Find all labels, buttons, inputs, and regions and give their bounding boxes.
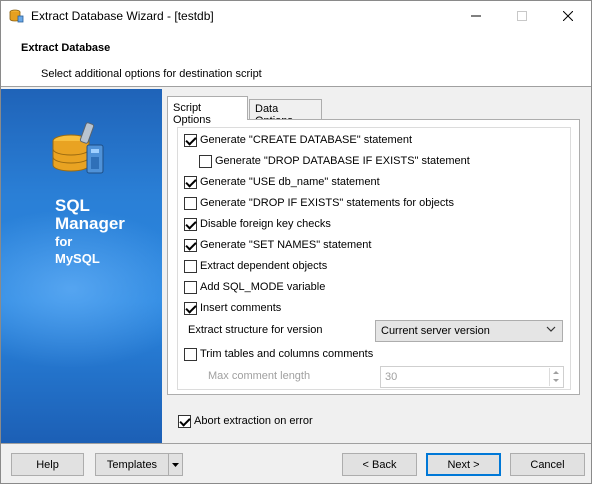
templates-label: Templates (106, 458, 158, 471)
banner-line-3: for (55, 234, 73, 249)
option-extract-dependent[interactable]: Extract dependent objects (184, 258, 327, 274)
close-button[interactable] (545, 1, 591, 31)
templates-dropdown-button[interactable] (168, 453, 183, 476)
option-create-database[interactable]: Generate "CREATE DATABASE" statement (184, 132, 412, 148)
max-comment-label: Max comment length (208, 370, 311, 382)
max-comment-value: 30 (385, 371, 398, 383)
checkbox-unchecked[interactable] (184, 280, 197, 294)
database-wizard-icon (9, 9, 24, 23)
page-subtitle: Select additional options for destinatio… (41, 68, 262, 80)
version-value: Current server version (381, 325, 490, 337)
page-title: Extract Database (21, 42, 111, 54)
caret-down-icon (172, 462, 179, 467)
cancel-label: Cancel (530, 458, 565, 471)
tab-data-options[interactable]: Data Options (249, 99, 322, 127)
option-label: Generate "USE db_name" statement (200, 176, 380, 188)
option-trim-comments[interactable]: Trim tables and columns comments (184, 346, 373, 362)
version-label: Extract structure for version (188, 324, 323, 336)
checkbox-unchecked[interactable] (199, 154, 212, 168)
checkbox-checked[interactable] (184, 133, 197, 147)
banner-line-2: Manager (55, 214, 125, 233)
templates-button[interactable]: Templates (95, 453, 169, 476)
chevron-down-icon (546, 326, 556, 332)
tab-script-options[interactable]: Script Options (167, 96, 248, 126)
option-label: Add SQL_MODE variable (200, 281, 326, 293)
back-button[interactable]: < Back (342, 453, 417, 476)
next-label: Next > (447, 458, 480, 471)
checkbox-unchecked[interactable] (184, 196, 197, 210)
help-button[interactable]: Help (11, 453, 84, 476)
option-use-db-name[interactable]: Generate "USE db_name" statement (184, 174, 380, 190)
option-abort-on-error[interactable]: Abort extraction on error (178, 413, 313, 429)
option-drop-if-exists[interactable]: Generate "DROP IF EXISTS" statements for… (184, 195, 454, 211)
version-select[interactable]: Current server version (375, 320, 563, 342)
wizard-header: Extract Database Select additional optio… (1, 31, 591, 87)
option-label: Generate "DROP IF EXISTS" statements for… (200, 197, 454, 209)
checkbox-checked[interactable] (184, 217, 197, 231)
banner-line-1: SQL (55, 196, 90, 215)
banner-text: SQL Manager for MySQL (55, 197, 125, 267)
database-tools-icon (52, 122, 104, 174)
option-label: Insert comments (200, 302, 282, 314)
back-label: < Back (362, 458, 397, 471)
max-comment-spinner[interactable]: 30 (380, 366, 564, 388)
option-set-names[interactable]: Generate "SET NAMES" statement (184, 237, 371, 253)
maximize-button[interactable] (499, 1, 545, 31)
option-label: Generate "CREATE DATABASE" statement (200, 134, 412, 146)
close-icon (563, 11, 573, 21)
wizard-window: Extract Database Wizard - [testdb] Extra… (0, 0, 592, 484)
window-title: Extract Database Wizard - [testdb] (31, 9, 214, 23)
checkbox-checked[interactable] (184, 175, 197, 189)
option-label: Extract dependent objects (200, 260, 328, 272)
checkbox-checked[interactable] (184, 301, 197, 315)
option-label: Trim tables and columns comments (200, 348, 374, 360)
spinner-arrows[interactable] (549, 368, 562, 386)
option-insert-comments[interactable]: Insert comments (184, 300, 281, 316)
help-label: Help (36, 458, 59, 471)
footer-divider (1, 443, 591, 444)
option-sql-mode[interactable]: Add SQL_MODE variable (184, 279, 325, 295)
title-bar: Extract Database Wizard - [testdb] (1, 1, 591, 31)
option-label: Generate "DROP DATABASE IF EXISTS" state… (215, 155, 470, 167)
option-disable-fk-checks[interactable]: Disable foreign key checks (184, 216, 331, 232)
minimize-button[interactable] (453, 1, 499, 31)
product-banner: SQL Manager for MySQL (1, 89, 162, 443)
checkbox-unchecked[interactable] (184, 347, 197, 361)
cancel-button[interactable]: Cancel (510, 453, 585, 476)
option-drop-database[interactable]: Generate "DROP DATABASE IF EXISTS" state… (199, 153, 470, 169)
minimize-icon (471, 15, 481, 17)
next-button[interactable]: Next > (426, 453, 501, 476)
checkbox-checked[interactable] (184, 238, 197, 252)
maximize-icon (517, 11, 527, 21)
arrow-down-icon[interactable] (553, 379, 559, 382)
checkbox-unchecked[interactable] (184, 259, 197, 273)
arrow-up-icon[interactable] (553, 371, 559, 374)
option-label: Abort extraction on error (194, 415, 313, 427)
option-label: Generate "SET NAMES" statement (200, 239, 372, 251)
banner-line-4: MySQL (55, 251, 100, 266)
option-label: Disable foreign key checks (200, 218, 331, 230)
checkbox-checked[interactable] (178, 414, 191, 428)
